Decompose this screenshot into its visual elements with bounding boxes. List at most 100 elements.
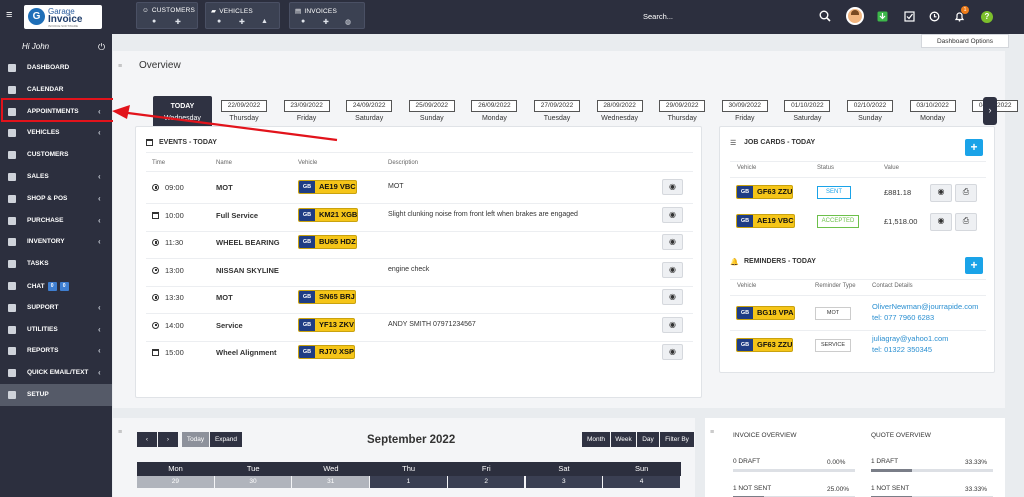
add-job-card-button[interactable]: + xyxy=(965,139,983,156)
clock-icon[interactable] xyxy=(929,11,940,22)
view-button[interactable]: ◉ xyxy=(930,184,952,202)
search-input[interactable]: Search... xyxy=(643,12,673,21)
day-4[interactable]: 26/09/2022 Monday xyxy=(470,100,518,128)
prev-month-button[interactable]: ‹ xyxy=(137,432,157,447)
coins-icon[interactable]: ◍ xyxy=(345,18,351,26)
app-logo[interactable]: G Garage Invoice INVOICE SOFTWARE xyxy=(24,5,102,29)
day-2[interactable]: 24/09/2022 Saturday xyxy=(345,100,393,128)
sidebar-item-vehicles[interactable]: VEHICLES ‹ xyxy=(0,122,112,144)
calendar-day-cell[interactable]: 4 xyxy=(603,476,680,488)
view-button[interactable]: ◉ xyxy=(662,206,683,223)
day-9[interactable]: 01/10/2022 Saturday xyxy=(783,100,831,128)
table-row[interactable]: GB AE19 VBC ACCEPTED £1,518.00 ◉ ⎙ xyxy=(720,212,996,232)
sidebar-item-tasks[interactable]: TASKS xyxy=(0,253,112,275)
day-0[interactable]: 22/09/2022 Thursday xyxy=(220,100,268,128)
table-row[interactable]: GB GF63 ZZU SERVICE juliagray@yahoo1.com tel… xyxy=(720,333,996,361)
next-month-button[interactable]: › xyxy=(158,432,178,447)
day-date: 03/10/2022 xyxy=(909,100,956,112)
search-icon[interactable] xyxy=(819,10,831,22)
menu-toggle-icon[interactable]: ≡ xyxy=(6,10,16,21)
view-button[interactable]: ◉ xyxy=(662,179,683,195)
view-button[interactable]: ◉ xyxy=(662,234,683,250)
table-row[interactable]: 13:30 MOT GB SN65 BRJ ◉ xyxy=(136,289,703,311)
day-1[interactable]: 23/09/2022 Friday xyxy=(283,100,331,128)
day-10[interactable]: 02/10/2022 Sunday xyxy=(846,100,894,128)
day-11[interactable]: 03/10/2022 Monday xyxy=(909,100,957,128)
drag-handle-icon[interactable]: ≡ xyxy=(118,63,125,70)
dashboard-options-button[interactable]: Dashboard Options xyxy=(921,34,1009,48)
print-button[interactable]: ⎙ xyxy=(955,184,977,202)
sidebar-item-dashboard[interactable]: DASHBOARD xyxy=(0,57,112,79)
bell-icon[interactable]: ▲ xyxy=(261,18,268,25)
day-6[interactable]: 28/09/2022 Wednesday xyxy=(596,100,644,128)
sidebar-item-utilities[interactable]: UTILITIES ‹ xyxy=(0,319,112,341)
clock-icon xyxy=(152,294,159,301)
help-icon[interactable]: ? xyxy=(981,11,993,23)
avatar[interactable] xyxy=(846,7,864,25)
plus-icon[interactable]: ✚ xyxy=(239,18,245,26)
checklist-icon[interactable] xyxy=(904,11,915,22)
table-row[interactable]: 10:00 Full Service GB KM21 XGB Slight clunki… xyxy=(136,206,703,229)
table-row[interactable]: 14:00 Service GB YF13 ZKV ANDY SMITH 0797123… xyxy=(136,316,703,339)
sidebar-item-reports[interactable]: REPORTS ‹ xyxy=(0,340,112,362)
job-header-value: Value xyxy=(884,165,899,171)
sidebar-item-quick-email-text[interactable]: QUICK EMAIL/TEXT ‹ xyxy=(0,362,112,384)
plus-icon[interactable]: ✚ xyxy=(323,18,329,26)
contact-phone[interactable]: tel: 01322 350345 xyxy=(872,345,932,354)
calendar-day-cell[interactable]: 1 xyxy=(370,476,447,488)
power-icon[interactable]: ⏻ xyxy=(98,42,105,53)
eye-icon[interactable]: ● xyxy=(152,18,156,25)
add-reminder-button[interactable]: + xyxy=(965,257,983,274)
contact-email[interactable]: juliagray@yahoo1.com xyxy=(872,334,948,343)
drag-handle-icon[interactable]: ≡ xyxy=(710,429,717,436)
table-row[interactable]: 11:30 WHEEL BEARING GB BU65 HDZ ◉ xyxy=(136,234,703,256)
job-header-status: Status xyxy=(817,165,835,171)
contact-email[interactable]: OliverNewman@jourrapide.com xyxy=(872,302,978,311)
day-today[interactable]: TODAY Wednesday xyxy=(153,96,212,129)
sidebar-item-setup[interactable]: SETUP xyxy=(0,384,112,406)
sidebar-item-chat[interactable]: CHAT 0 0 xyxy=(0,275,112,297)
next-days-button[interactable]: › xyxy=(983,97,997,125)
table-row[interactable]: 09:00 MOT GB AE19 VBC MOT ◉ xyxy=(136,179,703,201)
plus-icon[interactable]: ✚ xyxy=(175,18,181,26)
number-plate: GB SN65 BRJ xyxy=(298,290,356,304)
table-row[interactable]: GB BG18 VPA MOT OliverNewman@jourrapide.com… xyxy=(720,301,996,329)
view-month-button[interactable]: Month xyxy=(582,432,610,447)
sidebar-item-customers[interactable]: CUSTOMERS xyxy=(0,144,112,166)
day-date: 26/09/2022 xyxy=(471,100,518,112)
calendar-day-cell[interactable]: 31 xyxy=(292,476,370,488)
sidebar-item-sales[interactable]: SALES ‹ xyxy=(0,166,112,188)
view-button[interactable]: ◉ xyxy=(662,289,683,305)
sidebar-item-support[interactable]: SUPPORT ‹ xyxy=(0,297,112,319)
today-button[interactable]: Today xyxy=(182,432,209,447)
view-button[interactable]: ◉ xyxy=(662,344,683,360)
calendar-day-cell[interactable]: 30 xyxy=(214,476,292,488)
event-name: WHEEL BEARING xyxy=(216,238,280,247)
table-row[interactable]: 15:00 Wheel Alignment GB RJ70 XSP ◉ xyxy=(136,344,703,366)
calendar-day-cell[interactable]: 3 xyxy=(525,476,603,488)
print-button[interactable]: ⎙ xyxy=(955,213,977,231)
contact-phone[interactable]: tel: 077 7960 6283 xyxy=(872,313,934,322)
drag-handle-icon[interactable]: ≡ xyxy=(118,429,125,436)
sidebar-item-purchase[interactable]: PURCHASE ‹ xyxy=(0,210,112,232)
table-row[interactable]: GB GF63 ZZU SENT £881.18 ◉ ⎙ xyxy=(720,183,996,203)
day-3[interactable]: 25/09/2022 Sunday xyxy=(408,100,456,128)
view-button[interactable]: ◉ xyxy=(930,213,952,231)
view-button[interactable]: ◉ xyxy=(662,316,683,333)
day-8[interactable]: 30/09/2022 Friday xyxy=(721,100,769,128)
calendar-day-cell[interactable]: 29 xyxy=(137,476,214,488)
day-7[interactable]: 29/09/2022 Thursday xyxy=(658,100,706,128)
eye-icon[interactable]: ● xyxy=(301,18,305,25)
sidebar-item-inventory[interactable]: INVENTORY ‹ xyxy=(0,231,112,253)
view-day-button[interactable]: Day xyxy=(637,432,659,447)
download-icon[interactable] xyxy=(877,11,888,22)
sidebar-item-shop-pos[interactable]: SHOP & POS ‹ xyxy=(0,188,112,210)
view-week-button[interactable]: Week xyxy=(611,432,636,447)
eye-icon[interactable]: ● xyxy=(217,18,221,25)
day-5[interactable]: 27/09/2022 Tuesday xyxy=(533,100,581,128)
filter-by-button[interactable]: Filter By xyxy=(660,432,694,447)
table-row[interactable]: 13:00 NISSAN SKYLINE engine check ◉ xyxy=(136,261,703,284)
calendar-day-cell[interactable]: 2 xyxy=(447,476,525,488)
expand-button[interactable]: Expand xyxy=(210,432,242,447)
view-button[interactable]: ◉ xyxy=(662,261,683,278)
